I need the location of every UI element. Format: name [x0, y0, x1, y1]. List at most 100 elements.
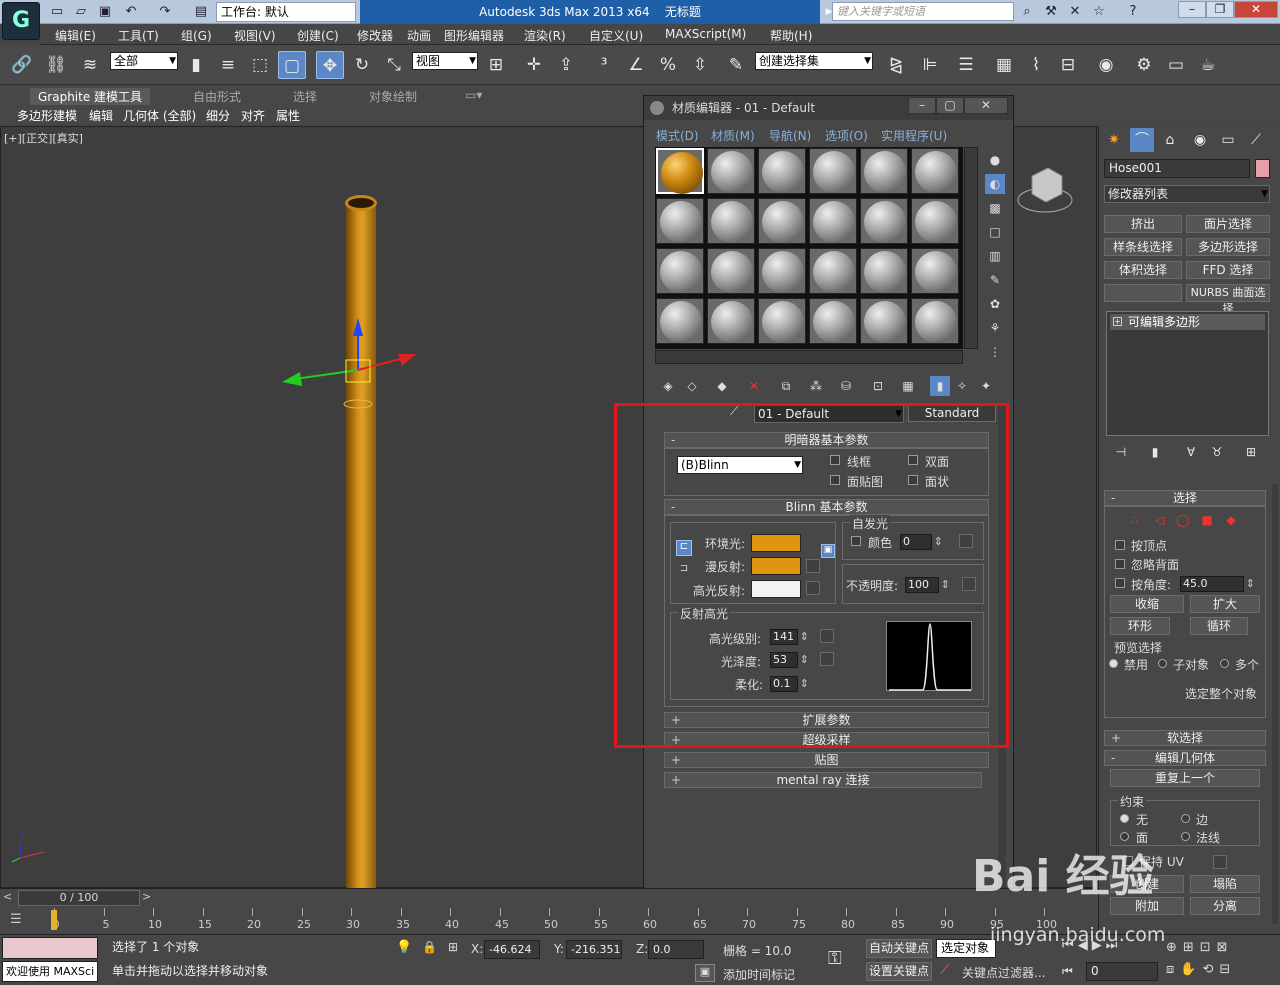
make-preview-icon[interactable]: ✎	[985, 270, 1005, 290]
material-navigator-icon[interactable]: ⋮	[985, 342, 1005, 362]
mental-ray-rollout[interactable]: + mental ray 连接	[664, 772, 982, 788]
ribbon-sub-edit[interactable]: 编辑	[89, 107, 113, 124]
assign-to-selection-icon[interactable]: ◆	[712, 376, 732, 396]
search-input[interactable]: 键入关键字或短语	[832, 2, 1014, 21]
angle-snap-icon[interactable]: ∠	[622, 51, 650, 79]
mat-menu-material[interactable]: 材质(M)	[711, 127, 755, 144]
selection-lock-icon[interactable]: 🔒	[422, 940, 437, 954]
make-unique-stack-icon[interactable]: ∀	[1180, 441, 1202, 463]
extrude-modifier-button[interactable]: 挤出	[1104, 215, 1182, 233]
redo-icon[interactable]: ↷	[156, 3, 174, 21]
menu-rendering[interactable]: 渲染(R)	[524, 27, 566, 44]
select-rotate-icon[interactable]: ↻	[348, 51, 376, 79]
menu-modifiers[interactable]: 修改器	[357, 27, 393, 44]
material-id-icon[interactable]: ⊡	[868, 376, 888, 396]
select-scale-icon[interactable]: ⤡	[380, 51, 408, 79]
mini-curve-editor-icon[interactable]: ☰	[10, 912, 32, 930]
y-coord-field[interactable]: -216.351	[566, 940, 622, 959]
time-slider-prev-icon[interactable]: <	[3, 890, 17, 906]
keyboard-shortcut-icon[interactable]: ⇪	[552, 51, 580, 79]
mat-menu-mode[interactable]: 模式(D)	[656, 127, 699, 144]
layer-manager-icon[interactable]: ☰	[952, 51, 980, 79]
hierarchy-tab-icon[interactable]: ⌂	[1158, 128, 1182, 152]
link-icon[interactable]: 🔗	[8, 51, 36, 79]
auto-key-button[interactable]: 自动关键点	[866, 939, 932, 958]
mat-maximize-button[interactable]: ▢	[936, 97, 964, 114]
set-key-button[interactable]: 设置关键点	[866, 962, 932, 981]
patch-select-button[interactable]: 面片选择	[1186, 215, 1270, 233]
ribbon-tab-freeform[interactable]: 自由形式	[193, 88, 241, 105]
menu-help[interactable]: 帮助(H)	[770, 27, 812, 44]
time-slider-next-icon[interactable]: >	[142, 890, 156, 906]
get-material-icon[interactable]: ◈	[658, 376, 678, 396]
mat-menu-options[interactable]: 选项(O)	[825, 127, 868, 144]
maps-rollout[interactable]: + 贴图	[664, 752, 989, 768]
project-folder-icon[interactable]: ▤	[192, 3, 210, 21]
menu-tools[interactable]: 工具(T)	[118, 27, 159, 44]
snaps-toggle-icon[interactable]: ³	[590, 51, 618, 79]
ribbon-sub-polymodel[interactable]: 多边形建模	[17, 107, 77, 124]
frame-ruler[interactable]: 0510152025303540455055606570758085909510…	[53, 908, 1057, 932]
undo-icon[interactable]: ↶	[122, 3, 140, 21]
video-color-check-icon[interactable]: ▥	[985, 246, 1005, 266]
utilities-tab-icon[interactable]: ⟋	[1244, 128, 1268, 152]
mat-minimize-button[interactable]: –	[908, 97, 936, 114]
sample-slot-22[interactable]	[809, 298, 857, 344]
sample-slot-7[interactable]	[656, 198, 704, 244]
window-crossing-icon[interactable]: ▢	[278, 51, 306, 79]
menu-views[interactable]: 视图(V)	[234, 27, 276, 44]
move-gizmo[interactable]	[270, 308, 430, 418]
make-copy-icon[interactable]: ⧉	[776, 376, 796, 396]
ffd-select-button[interactable]: FFD 选择	[1186, 261, 1270, 279]
viewport-nav-row2[interactable]: ⧈✋⟲⊟	[1166, 962, 1276, 982]
mirror-icon[interactable]: ⧎	[882, 51, 910, 79]
make-unique-icon[interactable]: ⁂	[806, 376, 826, 396]
backlight-icon[interactable]: ◐	[985, 174, 1005, 194]
command-panel-scrollbar[interactable]	[1272, 484, 1278, 924]
sample-type-icon[interactable]: ●	[985, 150, 1005, 170]
options-icon[interactable]: ✿	[985, 294, 1005, 314]
material-editor-icon[interactable]: ◉	[1092, 51, 1120, 79]
add-time-tag-label[interactable]: 添加时间标记	[723, 966, 795, 983]
bind-spacewarp-icon[interactable]: ≋	[76, 51, 104, 79]
help-icon[interactable]: ?	[1124, 3, 1142, 21]
sample-slot-13[interactable]	[656, 248, 704, 294]
by-vertex-checkbox[interactable]	[1115, 540, 1125, 550]
edit-named-sets-icon[interactable]: ✎	[722, 51, 750, 79]
nurbs-surface-select-button[interactable]: NURBS 曲面选择	[1186, 284, 1270, 315]
ribbon-tab-object-paint[interactable]: 对象绘制	[369, 88, 417, 105]
viewcube-icon[interactable]	[1016, 160, 1074, 216]
angle-spinner[interactable]: 45.0	[1180, 576, 1255, 592]
repeat-last-button[interactable]: 重复上一个	[1110, 769, 1260, 787]
tools-icon[interactable]: ✕	[1066, 3, 1084, 21]
restore-button[interactable]: ❐	[1206, 1, 1234, 18]
menu-create[interactable]: 创建(C)	[297, 27, 339, 44]
by-angle-checkbox[interactable]	[1115, 578, 1125, 588]
hose-object[interactable]	[346, 202, 376, 888]
current-frame-field[interactable]: 0	[1086, 962, 1158, 981]
select-object-icon[interactable]: ▮	[182, 51, 210, 79]
menu-edit[interactable]: 编辑(E)	[55, 27, 96, 44]
modify-tab-icon[interactable]: ⌒	[1130, 128, 1154, 152]
sample-slot-9[interactable]	[758, 198, 806, 244]
render-setup-icon[interactable]: ⚙	[1130, 51, 1158, 79]
soft-selection-rollout[interactable]: + 软选择	[1104, 730, 1266, 746]
sample-slot-2[interactable]	[707, 148, 755, 194]
app-logo-icon[interactable]: G	[2, 2, 40, 40]
unlink-icon[interactable]: ⛓	[42, 51, 70, 79]
preview-multi-radio[interactable]	[1220, 659, 1229, 668]
mat-menu-navigation[interactable]: 导航(N)	[769, 127, 811, 144]
ribbon-sub-align[interactable]: 对齐	[241, 107, 265, 124]
loop-button[interactable]: 循环	[1190, 617, 1248, 635]
sample-slot-1[interactable]	[656, 148, 704, 194]
sample-slot-14[interactable]	[707, 248, 755, 294]
minimize-button[interactable]: –	[1178, 1, 1206, 18]
sample-slot-11[interactable]	[860, 198, 908, 244]
sample-slot-20[interactable]	[707, 298, 755, 344]
show-end-result-icon[interactable]: ▮	[930, 376, 950, 396]
menu-animation[interactable]: 动画	[407, 27, 431, 44]
selection-filter-dropdown[interactable]: 全部	[110, 52, 178, 70]
sample-slot-8[interactable]	[707, 198, 755, 244]
select-by-name-icon[interactable]: ≡	[214, 51, 242, 79]
reset-map-icon[interactable]: ✕	[744, 376, 764, 396]
